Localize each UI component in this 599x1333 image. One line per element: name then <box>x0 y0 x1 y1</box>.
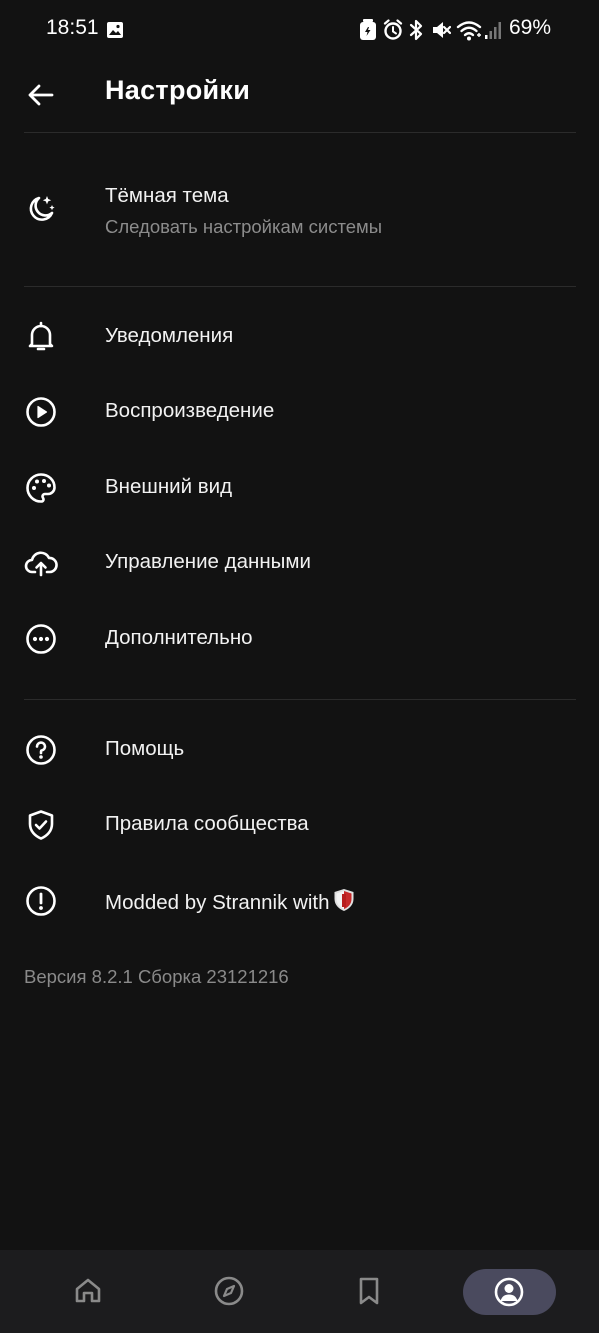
nav-explore[interactable] <box>208 1270 250 1312</box>
status-time: 18:51 <box>46 16 99 39</box>
cloud-upload-icon <box>24 551 58 577</box>
settings-item-advanced[interactable]: Дополнительно <box>0 614 599 664</box>
alarm-icon <box>383 19 403 40</box>
compass-icon <box>214 1276 244 1306</box>
bottom-navigation <box>0 1250 599 1333</box>
help-circle-icon <box>26 735 56 765</box>
moon-stars-icon <box>29 196 55 221</box>
wifi-icon <box>456 21 482 41</box>
divider <box>24 699 576 700</box>
settings-item-label: Дополнительно <box>105 626 253 649</box>
settings-item-subtitle: Следовать настройкам системы <box>105 216 383 237</box>
settings-item-label: Помощь <box>105 737 185 760</box>
settings-item-help[interactable]: Помощь <box>0 725 599 775</box>
app-bar: Настройки <box>0 62 599 132</box>
settings-item-label: Уведомления <box>105 324 234 347</box>
settings-item-data-management[interactable]: Управление данными <box>0 538 599 588</box>
shield-emoji-icon <box>334 889 354 911</box>
settings-item-dark-theme[interactable]: Тёмная тема Следовать настройкам системы <box>0 170 599 262</box>
nav-profile[interactable] <box>463 1269 556 1315</box>
settings-item-label: Правила сообщества <box>105 812 309 835</box>
mute-icon <box>433 22 451 38</box>
version-text: Версия 8.2.1 Сборка 23121216 <box>24 966 289 987</box>
battery-percentage: 69% <box>508 16 551 39</box>
more-circle-icon <box>26 624 56 654</box>
divider <box>24 286 576 287</box>
play-circle-icon <box>26 397 56 427</box>
settings-item-community-rules[interactable]: Правила сообщества <box>0 800 599 850</box>
settings-item-label: Воспроизведение <box>105 399 275 422</box>
signal-icon <box>485 22 501 39</box>
status-bar: 18:51 69% <box>0 0 599 62</box>
nav-bookmarks[interactable] <box>348 1270 390 1312</box>
bluetooth-icon <box>409 19 423 41</box>
settings-item-label: Внешний вид <box>105 475 233 498</box>
battery-saver-icon <box>360 19 376 40</box>
modded-by-text: Modded by Strannik with <box>105 891 330 914</box>
profile-icon <box>494 1277 524 1307</box>
bell-icon <box>28 321 54 351</box>
bookmark-icon <box>359 1277 379 1305</box>
alert-circle-icon <box>26 886 56 916</box>
arrow-left-icon[interactable] <box>24 78 58 112</box>
settings-item-label: Тёмная тема <box>105 184 229 207</box>
palette-icon <box>26 473 56 503</box>
nav-home[interactable] <box>67 1270 109 1312</box>
page-title: Настройки <box>105 75 251 105</box>
settings-item-notifications[interactable]: Уведомления <box>0 312 599 362</box>
gallery-icon <box>107 22 123 38</box>
divider <box>24 132 576 133</box>
settings-item-appearance[interactable]: Внешний вид <box>0 463 599 513</box>
settings-item-modded-by[interactable]: Modded by Strannik with <box>0 876 599 926</box>
settings-item-label: Modded by Strannik with <box>105 888 355 915</box>
home-icon <box>75 1278 101 1303</box>
settings-item-label: Управление данными <box>105 550 311 573</box>
settings-item-playback[interactable]: Воспроизведение <box>0 387 599 437</box>
shield-check-icon <box>28 810 54 840</box>
